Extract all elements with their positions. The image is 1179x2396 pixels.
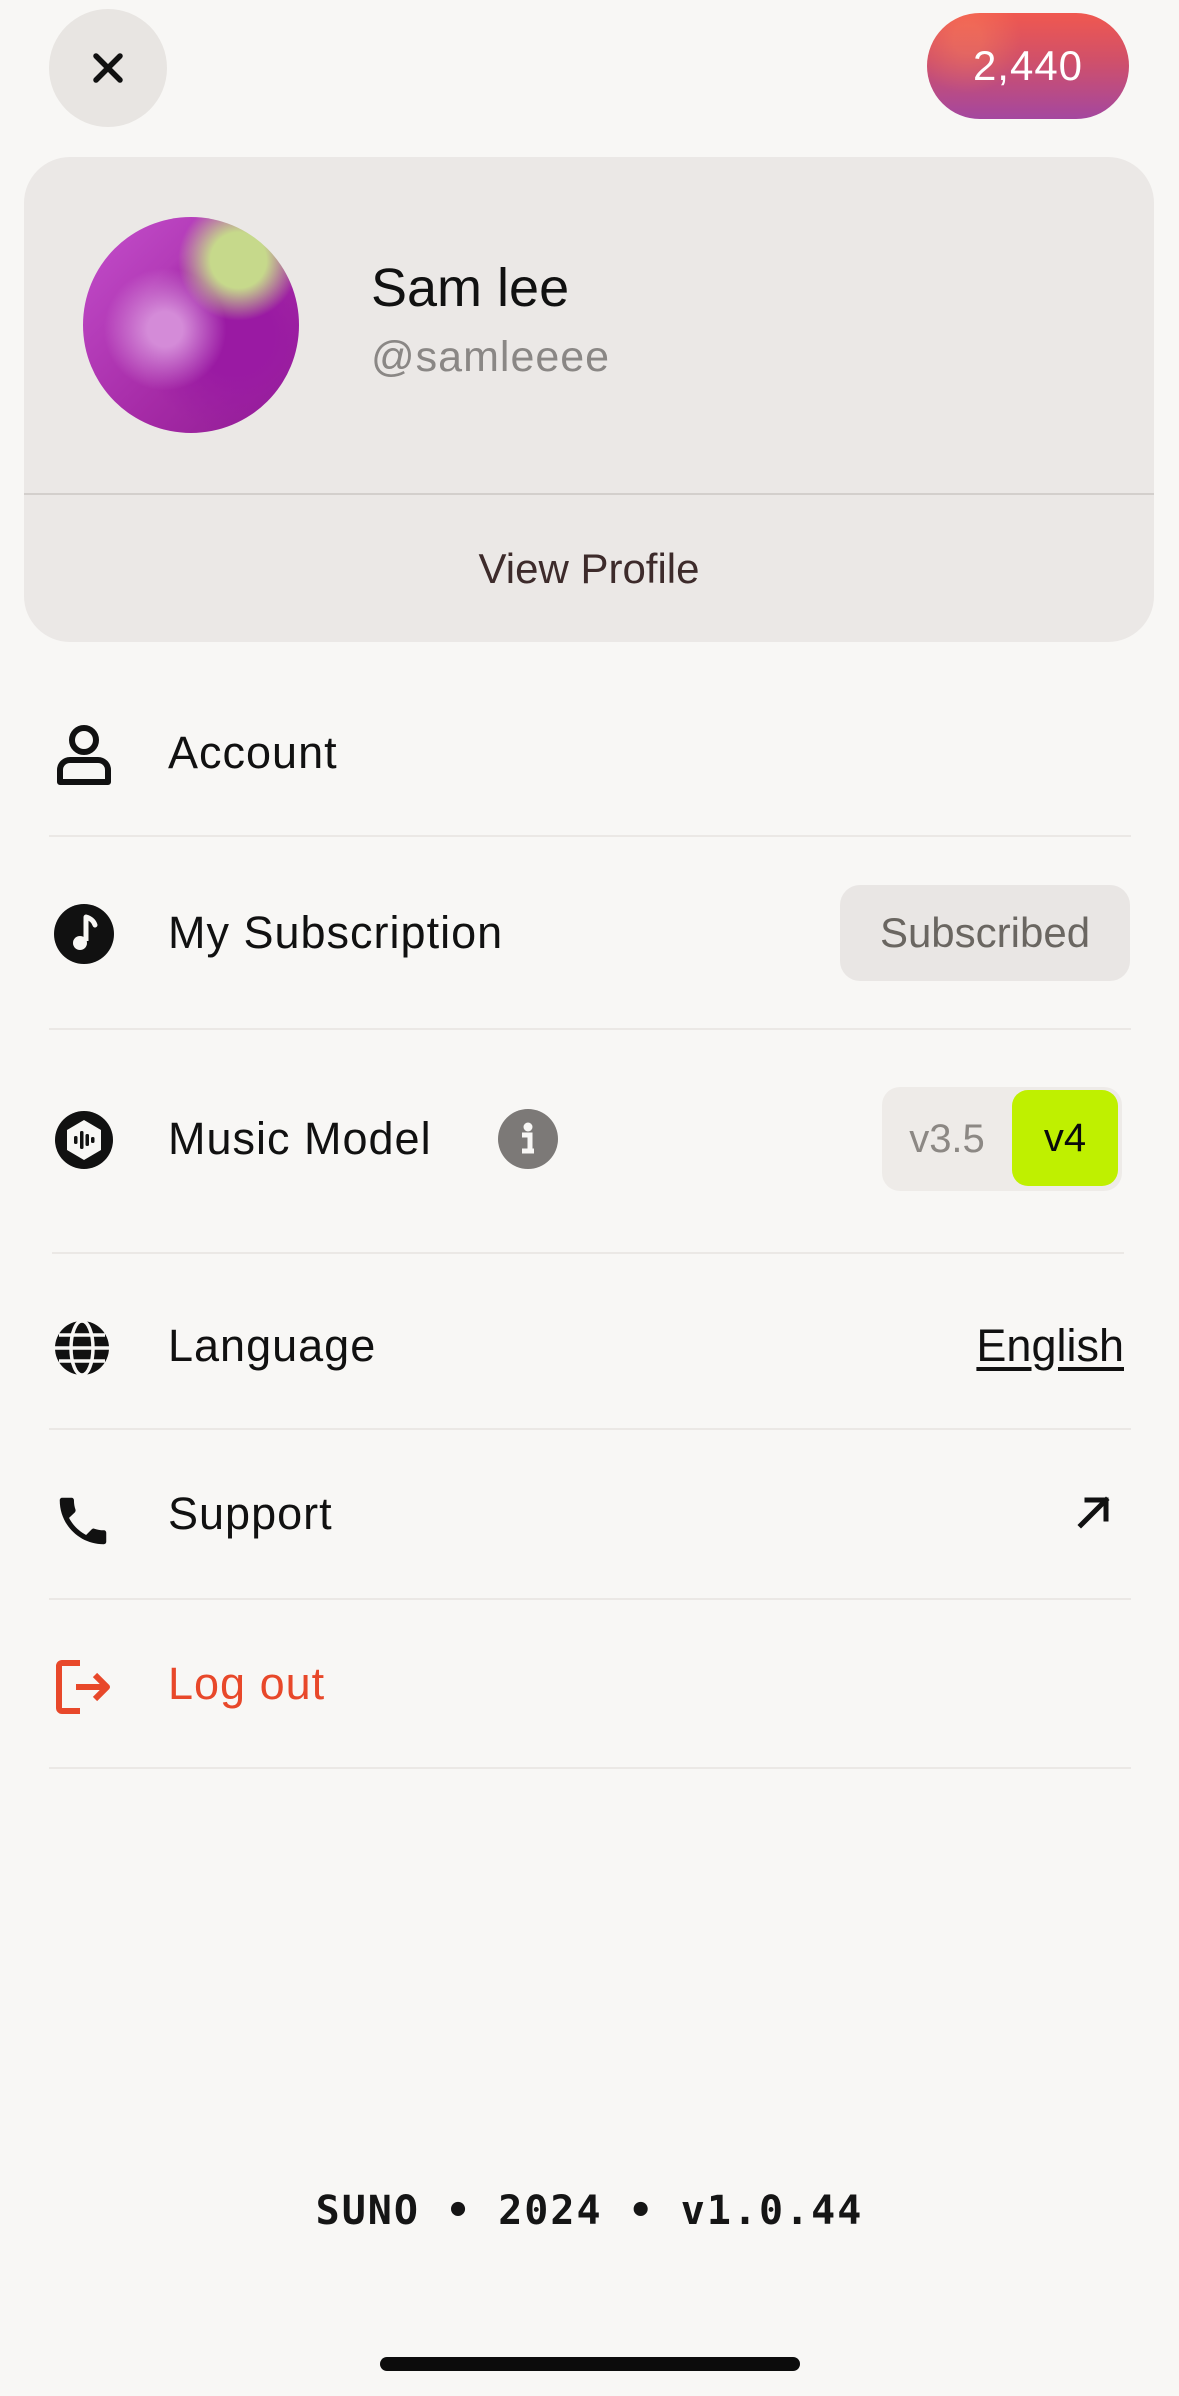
divider <box>49 1598 1131 1600</box>
menu-item-account[interactable]: Account <box>0 680 1179 825</box>
divider <box>49 1028 1131 1030</box>
credits-badge[interactable]: 2,440 <box>927 13 1129 119</box>
music-model-toggle: v3.5 v4 <box>882 1087 1122 1191</box>
music-model-label: Music Model <box>168 1113 432 1164</box>
menu-item-support[interactable]: Support <box>0 1440 1179 1585</box>
menu-item-logout[interactable]: Log out <box>0 1610 1179 1755</box>
logout-icon <box>52 1655 116 1719</box>
globe-icon <box>50 1316 114 1380</box>
profile-handle: @samleeee <box>371 333 611 381</box>
subscription-status-badge: Subscribed <box>840 885 1130 981</box>
divider <box>52 1252 1124 1254</box>
divider <box>49 835 1131 837</box>
user-icon <box>52 722 116 786</box>
divider <box>49 1767 1131 1769</box>
model-option-v4[interactable]: v4 <box>1012 1090 1118 1186</box>
support-label: Support <box>168 1488 333 1539</box>
footer-version: SUNO • 2024 • v1.0.44 <box>315 2188 864 2234</box>
subscription-status-text: Subscribed <box>879 909 1091 956</box>
credits-count: 2,440 <box>972 42 1084 89</box>
home-indicator[interactable] <box>380 2357 800 2371</box>
music-note-icon <box>52 902 116 966</box>
info-icon[interactable] <box>497 1108 559 1170</box>
close-icon <box>90 50 126 86</box>
subscription-label: My Subscription <box>168 907 504 958</box>
avatar <box>83 217 299 433</box>
external-arrow-icon <box>1072 1490 1116 1534</box>
language-label: Language <box>168 1320 377 1371</box>
view-profile-label: View Profile <box>478 544 700 592</box>
divider <box>49 1428 1131 1430</box>
close-button[interactable] <box>49 9 167 127</box>
profile-card: Sam lee @samleeee View Profile <box>24 157 1154 642</box>
logout-label: Log out <box>168 1658 326 1709</box>
phone-icon <box>50 1488 116 1554</box>
language-value-link[interactable]: English <box>976 1320 1124 1372</box>
view-profile-button[interactable]: View Profile <box>24 495 1154 642</box>
waveform-icon <box>52 1108 116 1172</box>
model-option-v3-5[interactable]: v3.5 <box>882 1087 1012 1191</box>
menu-item-music-model: Music Model <box>0 1068 860 1213</box>
profile-name: Sam lee <box>371 258 570 318</box>
account-label: Account <box>168 727 338 778</box>
